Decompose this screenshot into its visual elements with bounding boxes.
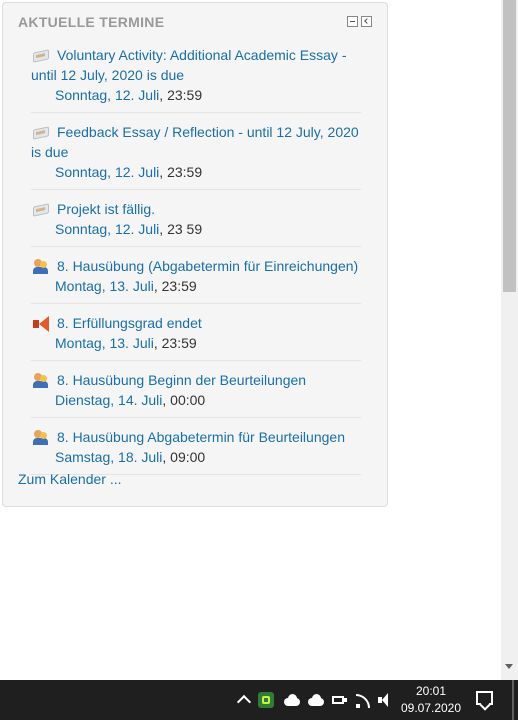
taskbar-clock[interactable]: 20:01 09.07.2020 (400, 683, 462, 717)
event-title-link[interactable]: 8. Hausübung Abgabetermin für Beurteilun… (31, 427, 361, 447)
event-date: Montag, 13. Juli, 23:59 (31, 333, 361, 353)
event-item: 8. Erfüllungsgrad endet Montag, 13. Juli… (31, 311, 361, 361)
volume-icon[interactable] (378, 692, 394, 708)
event-time: , 23:59 (159, 164, 203, 180)
event-item: 8. Hausübung (Abgabetermin für Einreichu… (31, 254, 361, 304)
event-date-link[interactable]: Montag, 13. Juli (55, 278, 154, 294)
show-hidden-icons-chevron-icon[interactable] (236, 692, 252, 708)
event-time: , 09:00 (162, 449, 206, 465)
event-time: , 23 59 (159, 221, 203, 237)
event-date: Montag, 13. Juli, 23:59 (31, 276, 361, 296)
event-date-link[interactable]: Sonntag, 12. Juli (55, 87, 159, 103)
workshop-icon (33, 430, 49, 446)
announcement-icon (33, 316, 49, 332)
battery-icon[interactable] (332, 692, 348, 708)
event-title-link[interactable]: 8. Erfüllungsgrad endet (31, 313, 361, 333)
event-date-link[interactable]: Samstag, 18. Juli (55, 449, 162, 465)
event-item: 8. Hausübung Beginn der Beurteilungen Di… (31, 368, 361, 418)
event-item: 8. Hausübung Abgabetermin für Beurteilun… (31, 425, 361, 475)
event-date: Sonntag, 12. Juli, 23:59 (31, 162, 361, 182)
event-title-link[interactable]: Projekt ist fällig. (31, 199, 361, 219)
windows-taskbar: 20:01 09.07.2020 (0, 680, 518, 720)
event-item: Feedback Essay / Reflection - until 12 J… (31, 120, 361, 190)
scroll-down-arrow-icon[interactable] (505, 664, 513, 669)
taskbar-divider (512, 680, 514, 720)
hide-block-icon[interactable] (347, 16, 358, 27)
upcoming-events-block: AKTUELLE TERMINE Voluntary Activity: Add… (2, 2, 388, 507)
event-date-link[interactable]: Sonntag, 12. Juli (55, 164, 159, 180)
event-date: Samstag, 18. Juli, 09:00 (31, 447, 361, 467)
dock-block-icon[interactable] (361, 16, 372, 27)
event-title-link[interactable]: 8. Hausübung Beginn der Beurteilungen (31, 370, 361, 390)
event-time: , 23:59 (153, 335, 197, 351)
event-date: Sonntag, 12. Juli, 23 59 (31, 219, 361, 239)
workshop-icon (33, 259, 49, 275)
scrollbar-thumb[interactable] (503, 0, 516, 292)
event-date: Sonntag, 12. Juli, 23:59 (31, 85, 361, 105)
workshop-icon (33, 373, 49, 389)
event-date: Dienstag, 14. Juli, 00:00 (31, 390, 361, 410)
event-title-link[interactable]: Feedback Essay / Reflection - until 12 J… (31, 122, 361, 162)
clock-time: 20:01 (415, 684, 447, 698)
block-title: AKTUELLE TERMINE (18, 14, 165, 30)
page-content: AKTUELLE TERMINE Voluntary Activity: Add… (0, 0, 501, 680)
wifi-icon[interactable] (356, 692, 372, 708)
event-time: , 23:59 (159, 87, 203, 103)
tray-app-icon[interactable] (258, 692, 274, 708)
event-date-link[interactable]: Montag, 13. Juli (55, 335, 154, 351)
event-time: , 23:59 (153, 278, 197, 294)
event-list: Voluntary Activity: Additional Academic … (31, 43, 361, 482)
event-title-link[interactable]: 8. Hausübung (Abgabetermin für Einreichu… (31, 256, 361, 276)
event-date-link[interactable]: Dienstag, 14. Juli (55, 392, 162, 408)
go-to-calendar-link[interactable]: Zum Kalender ... (18, 471, 122, 487)
event-title-link[interactable]: Voluntary Activity: Additional Academic … (31, 45, 361, 85)
event-item: Voluntary Activity: Additional Academic … (31, 43, 361, 113)
vertical-scrollbar[interactable] (501, 0, 518, 680)
cloud-upload-icon[interactable] (308, 692, 324, 708)
onedrive-cloud-icon[interactable] (284, 692, 300, 708)
event-date-link[interactable]: Sonntag, 12. Juli (55, 221, 159, 237)
clock-date: 09.07.2020 (400, 701, 462, 715)
event-time: , 00:00 (162, 392, 206, 408)
event-item: Projekt ist fällig. Sonntag, 12. Juli, 2… (31, 197, 361, 247)
action-center-icon[interactable] (476, 691, 493, 705)
